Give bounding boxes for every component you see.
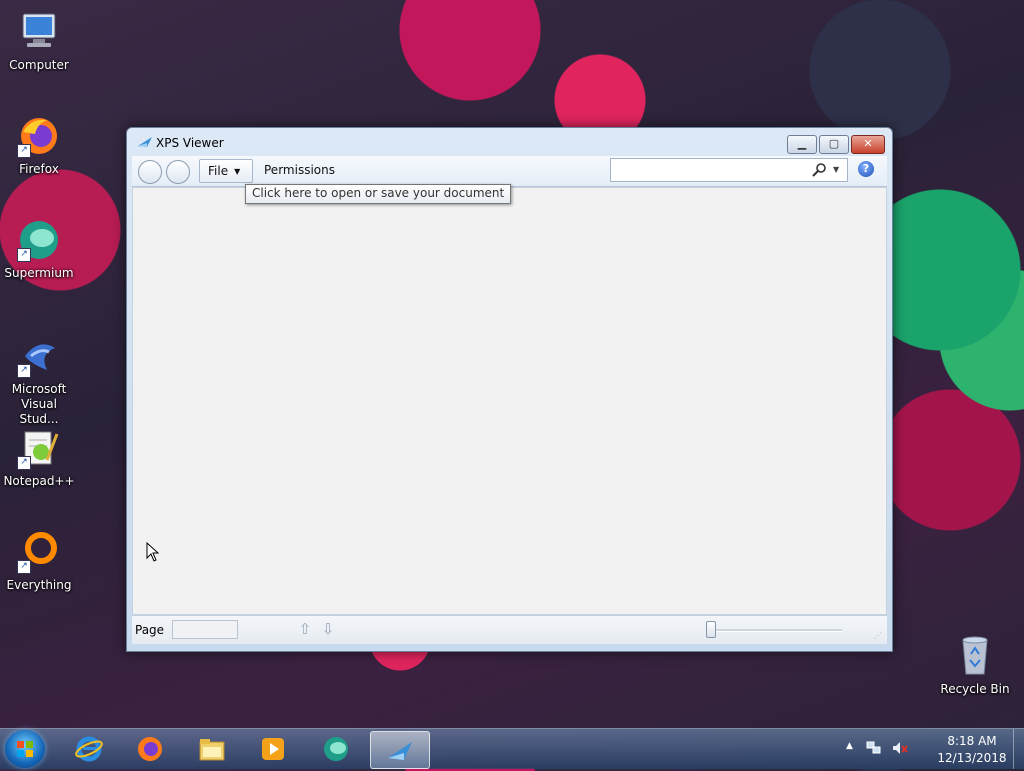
taskbar-firefox[interactable]: [121, 731, 179, 767]
shortcut-arrow-icon: ↗: [17, 456, 31, 470]
show-hidden-icons-icon[interactable]: ▲: [846, 741, 853, 751]
page-number-input[interactable]: [172, 620, 238, 639]
page-label: Page: [135, 623, 165, 637]
supermium-icon: [324, 737, 348, 761]
notepadpp-icon: ↗: [17, 426, 61, 470]
network-icon[interactable]: [866, 741, 882, 755]
start-button[interactable]: [5, 730, 45, 768]
folder-icon: [199, 739, 225, 761]
desktop-icon-label: Firefox: [19, 162, 59, 176]
xps-viewer-icon: [388, 742, 412, 760]
search-box: ▼: [610, 158, 848, 182]
close-button[interactable]: ✕: [851, 135, 885, 154]
shortcut-arrow-icon: ↗: [17, 144, 31, 158]
taskbar-supermium[interactable]: [307, 731, 365, 767]
shortcut-arrow-icon: ↗: [17, 364, 31, 378]
desktop-icon-label: Microsoft Visual Stud...: [11, 382, 67, 426]
title-bar[interactable]: XPS Viewer ▁ ▢ ✕: [127, 128, 892, 156]
taskbar-xps-viewer[interactable]: [370, 731, 430, 769]
taskbar-explorer[interactable]: [183, 731, 241, 767]
search-dropdown-icon[interactable]: ▼: [833, 162, 839, 178]
volume-muted-icon[interactable]: [892, 741, 908, 755]
chevron-down-icon: ▼: [234, 166, 241, 176]
desktop-icon-supermium[interactable]: ↗ Supermium: [0, 218, 78, 281]
status-bar: Page ⇧ ⇩ ⋰: [132, 615, 887, 644]
recycle-bin-icon: [953, 634, 997, 678]
permissions-menu-label: Permissions: [264, 163, 335, 177]
everything-icon: ↗: [17, 530, 61, 574]
file-tooltip: Click here to open or save your document: [245, 184, 512, 204]
computer-icon: [17, 10, 61, 54]
desktop-icon-firefox[interactable]: ↗ Firefox: [0, 114, 78, 177]
media-player-icon: [262, 738, 284, 760]
desktop-icon-visual-studio[interactable]: ↗ Microsoft Visual Stud...: [0, 334, 78, 427]
desktop-icon-label: Supermium: [4, 266, 74, 280]
desktop-icon-label: Everything: [6, 578, 72, 592]
clock-date[interactable]: 12/13/2018: [932, 751, 1012, 765]
supermium-icon: ↗: [17, 218, 61, 262]
resize-grip-icon[interactable]: ⋰: [874, 631, 884, 641]
next-page-icon[interactable]: ⇩: [320, 620, 336, 638]
toolbar: File ▼ Permissions▼ ▼ ?: [132, 156, 887, 197]
desktop-icon-label: Recycle Bin: [940, 682, 1010, 696]
zoom-slider-handle[interactable]: [706, 621, 716, 638]
desktop-icon-label: Notepad++: [3, 474, 75, 488]
visual-studio-icon: ↗: [17, 334, 61, 378]
xps-viewer-window: XPS Viewer ▁ ▢ ✕ File▼ Permissions▼ ▼ ? …: [126, 127, 893, 652]
search-input[interactable]: [611, 159, 814, 179]
firefox-icon: ↗: [17, 114, 61, 158]
xps-viewer-icon: [137, 136, 153, 148]
shortcut-arrow-icon: ↗: [17, 560, 31, 574]
system-tray: ▲ 8:18 AM 12/13/2018: [842, 729, 1024, 769]
document-area[interactable]: [132, 187, 887, 615]
window-title: XPS Viewer: [156, 136, 224, 150]
taskbar-internet-explorer[interactable]: [60, 731, 118, 767]
permissions-menu-button[interactable]: Permissions▼: [256, 159, 352, 197]
internet-explorer-icon: [75, 736, 103, 762]
desktop-icon-recycle-bin[interactable]: Recycle Bin: [936, 634, 1014, 697]
zoom-slider-track[interactable]: [706, 629, 842, 632]
shortcut-arrow-icon: ↗: [17, 248, 31, 262]
forward-button[interactable]: [166, 160, 190, 184]
windows-logo-icon: [17, 741, 33, 757]
file-menu-button[interactable]: File ▼: [199, 159, 253, 183]
maximize-button[interactable]: ▢: [819, 135, 849, 154]
firefox-icon: [138, 737, 162, 761]
previous-page-icon[interactable]: ⇧: [297, 620, 313, 638]
desktop-icon-notepadpp[interactable]: ↗ Notepad++: [0, 426, 78, 489]
mouse-cursor-icon: [146, 541, 160, 562]
desktop-icon-computer[interactable]: Computer: [0, 10, 78, 73]
desktop-icon-label: Computer: [9, 58, 69, 72]
back-button[interactable]: [138, 160, 162, 184]
minimize-button[interactable]: ▁: [787, 135, 817, 154]
clock-time[interactable]: 8:18 AM: [932, 734, 1012, 748]
show-desktop-button[interactable]: [1013, 729, 1024, 769]
search-icon[interactable]: [811, 162, 827, 178]
taskbar-media-player[interactable]: [244, 731, 302, 767]
desktop-icon-everything[interactable]: ↗ Everything: [0, 530, 78, 593]
file-menu-label: File: [208, 164, 229, 178]
help-icon[interactable]: ?: [858, 161, 874, 177]
taskbar: ▲ 8:18 AM 12/13/2018: [0, 728, 1024, 769]
